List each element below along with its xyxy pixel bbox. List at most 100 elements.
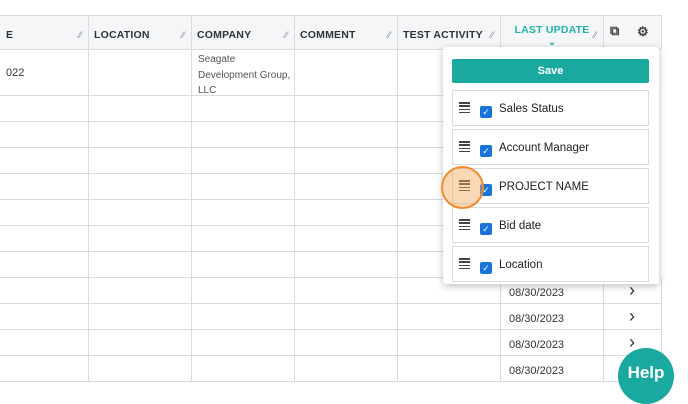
table-cell: [89, 200, 192, 226]
drag-handle-icon[interactable]: [459, 258, 470, 270]
table-cell: [0, 330, 89, 356]
table-cell: [0, 278, 89, 304]
resize-icon[interactable]: ⁄⁄: [285, 30, 288, 40]
column-header-label: E: [6, 29, 14, 41]
last-update-cell: 08/30/2023: [501, 304, 604, 330]
gear-icon[interactable]: ⚙: [637, 24, 649, 40]
checkbox-icon[interactable]: ✓: [480, 106, 492, 118]
column-header-company[interactable]: COMPANY ⁄⁄: [192, 15, 295, 50]
table-cell: [0, 200, 89, 226]
table-cell: [295, 200, 398, 226]
drag-handle-icon[interactable]: [459, 102, 470, 114]
table-cell: [0, 226, 89, 252]
column-header-label: COMPANY: [197, 29, 252, 41]
resize-icon[interactable]: ⁄⁄: [594, 30, 597, 40]
column-header-last-update[interactable]: LAST UPDATE ⌄ ⁄⁄: [501, 15, 604, 50]
table-cell: ›: [604, 304, 662, 330]
table-cell-company: Seagate Development Group, LLC: [192, 50, 295, 96]
table-cell: [192, 330, 295, 356]
table-cell: [89, 122, 192, 148]
last-update-cell: 08/30/2023: [501, 330, 604, 356]
table-cell: [0, 96, 89, 122]
table-cell: [295, 330, 398, 356]
table-cell: [192, 252, 295, 278]
column-header-e[interactable]: E ⁄⁄: [0, 15, 89, 50]
column-option-label: Account Manager: [499, 142, 590, 154]
table-cell: [89, 148, 192, 174]
drag-handle-icon[interactable]: [459, 219, 470, 231]
column-option-item[interactable]: ✓ Account Manager: [452, 129, 649, 165]
column-header-label: LOCATION: [94, 29, 150, 41]
table-cell: [0, 356, 89, 382]
save-button[interactable]: Save: [452, 59, 649, 83]
table-cell: [0, 174, 89, 200]
column-option-label: PROJECT NAME: [499, 181, 589, 193]
column-header-label: LAST UPDATE: [514, 24, 590, 36]
column-header-label: COMMENT: [300, 29, 356, 41]
table-cell: [0, 122, 89, 148]
column-settings-panel: Save ✓ Sales Status ✓ Account Manager ✓ PROJE…: [443, 47, 659, 284]
column-option-label: Bid date: [499, 220, 542, 232]
resize-icon[interactable]: ⁄⁄: [79, 30, 82, 40]
table-cell: [0, 148, 89, 174]
checkbox-icon[interactable]: ✓: [480, 145, 492, 157]
table-cell: [295, 252, 398, 278]
table-cell: [398, 304, 501, 330]
table-cell: [192, 278, 295, 304]
resize-icon[interactable]: ⁄⁄: [491, 30, 494, 40]
drag-handle-icon[interactable]: [459, 141, 470, 153]
table-cell: [89, 356, 192, 382]
table-cell: [295, 96, 398, 122]
column-option-item[interactable]: ✓ Location: [452, 246, 649, 282]
table-cell: [192, 122, 295, 148]
table-cell: [295, 304, 398, 330]
help-button[interactable]: Help: [618, 348, 674, 404]
table-cell: [398, 330, 501, 356]
column-header-comment[interactable]: COMMENT ⁄⁄: [295, 15, 398, 50]
table-cell: [192, 148, 295, 174]
column-header-label: TEST ACTIVITY: [403, 29, 483, 41]
table-cell: [192, 200, 295, 226]
table-cell: [295, 148, 398, 174]
table-cell: [192, 226, 295, 252]
checkbox-icon[interactable]: ✓: [480, 223, 492, 235]
column-option-item[interactable]: ✓ Sales Status: [452, 90, 649, 126]
table-cell: [192, 356, 295, 382]
table-cell: [295, 278, 398, 304]
table-cell: [89, 96, 192, 122]
table-cell: [89, 174, 192, 200]
last-update-cell: 08/30/2023: [501, 356, 604, 382]
table-cell: [295, 50, 398, 96]
table-cell: [89, 278, 192, 304]
table-cell: 022: [0, 50, 89, 96]
resize-icon[interactable]: ⁄⁄: [388, 30, 391, 40]
table-cell: [295, 226, 398, 252]
column-header-actions: ⧉ ⚙: [604, 15, 662, 50]
table-cell: [192, 96, 295, 122]
table-cell: [89, 252, 192, 278]
company-line: Seagate: [198, 54, 236, 65]
column-header-location[interactable]: LOCATION ⁄⁄: [89, 15, 192, 50]
table-cell: [192, 304, 295, 330]
table-cell: [89, 330, 192, 356]
table-cell: [89, 304, 192, 330]
table-cell: [0, 304, 89, 330]
column-header-test-activity[interactable]: TEST ACTIVITY ⁄⁄: [398, 15, 501, 50]
column-option-label: Sales Status: [499, 103, 564, 115]
table-cell: [89, 50, 192, 96]
resize-icon[interactable]: ⁄⁄: [182, 30, 185, 40]
table-cell: [295, 174, 398, 200]
table-cell: [398, 356, 501, 382]
table-cell: [192, 174, 295, 200]
company-line: Development Group,: [198, 69, 291, 81]
table-cell: [295, 356, 398, 382]
column-option-label: Location: [499, 259, 543, 271]
table-cell: [89, 226, 192, 252]
table-cell: [295, 122, 398, 148]
table-cell: [0, 252, 89, 278]
click-highlight-marker: [441, 166, 484, 209]
chevron-right-icon[interactable]: ›: [629, 306, 635, 327]
column-option-item[interactable]: ✓ Bid date: [452, 207, 649, 243]
external-link-icon[interactable]: ⧉: [610, 23, 619, 39]
checkbox-icon[interactable]: ✓: [480, 262, 492, 274]
